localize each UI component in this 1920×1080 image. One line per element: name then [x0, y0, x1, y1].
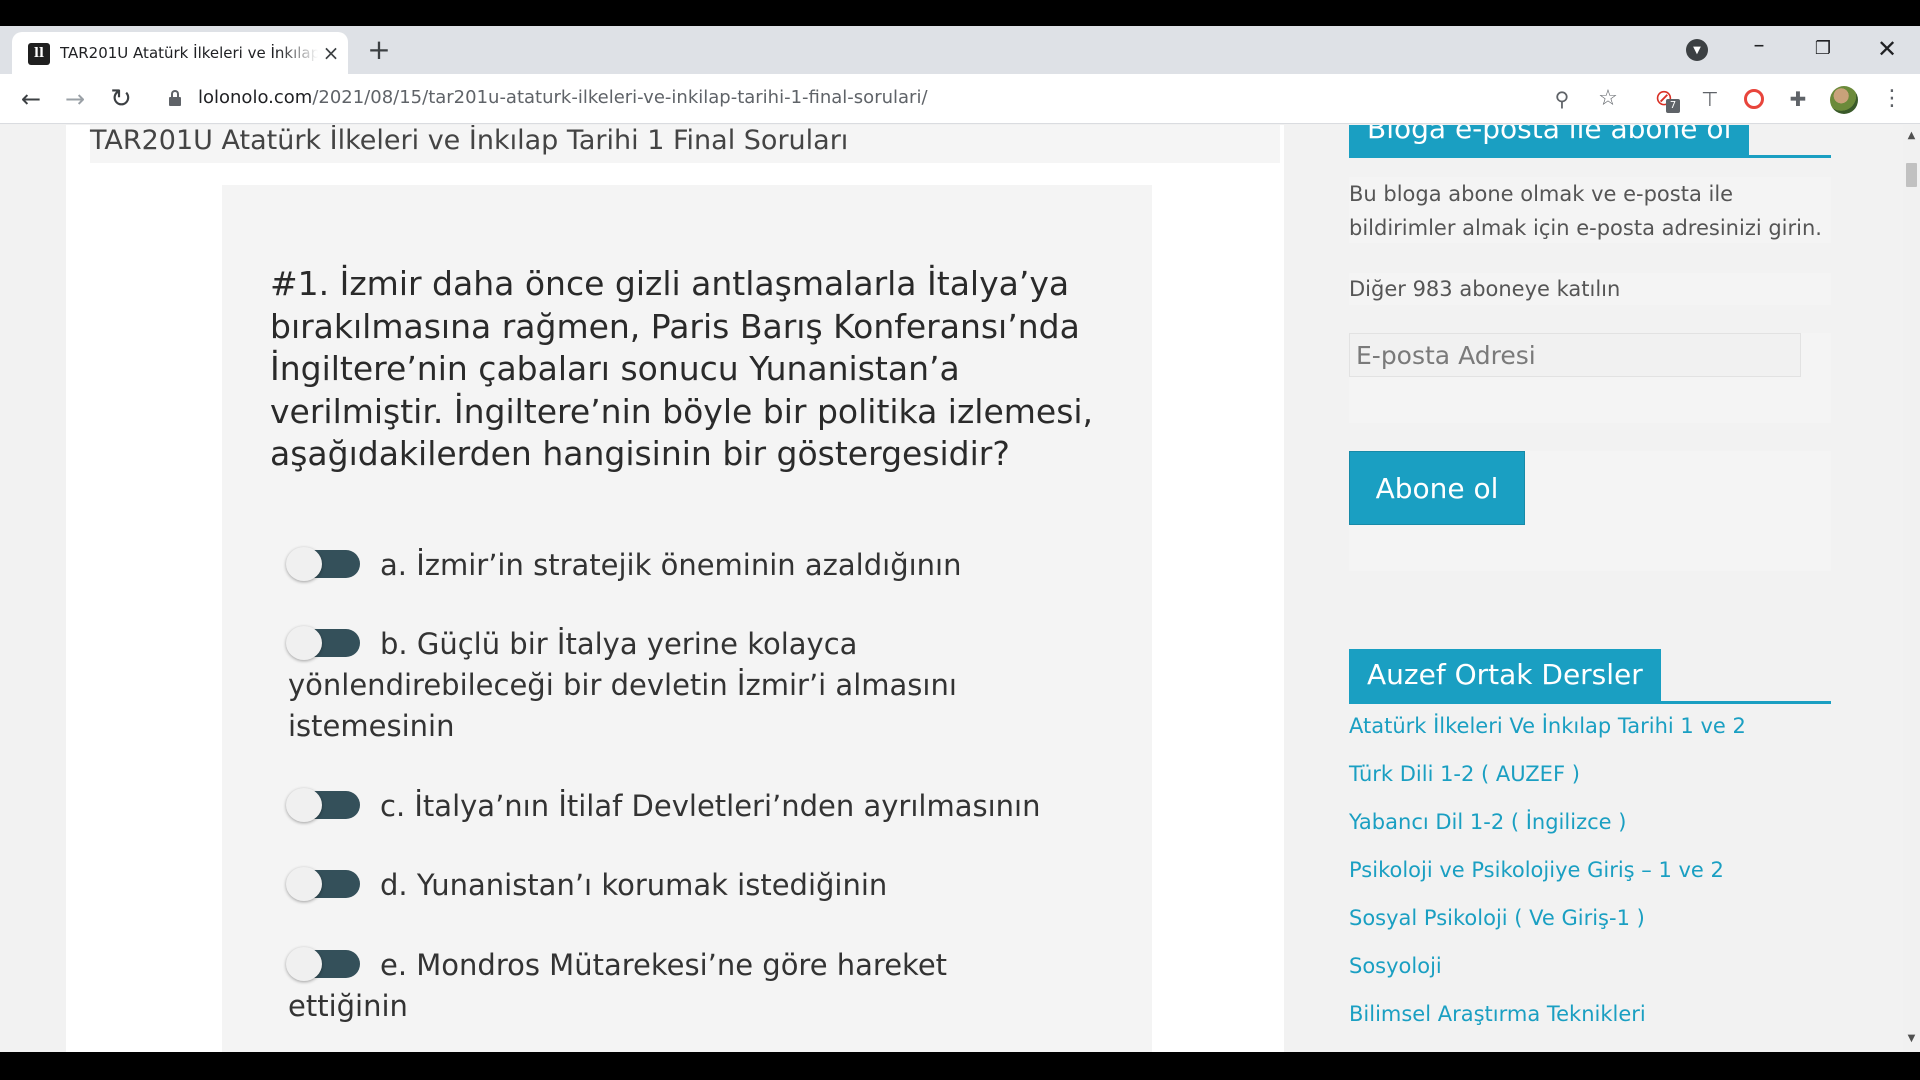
address-bar[interactable]: lolonolo.com/2021/08/15/tar201u-ataturk-… — [198, 87, 928, 108]
active-tab[interactable]: ll TAR201U Atatürk İlkeleri ve İnkılap T… — [12, 32, 348, 74]
course-link[interactable]: Bilimsel Araştırma Teknikleri — [1349, 998, 1831, 1046]
subscribe-description: Bu bloga abone olmak ve e-posta ile bild… — [1349, 177, 1831, 243]
browser-window: ll TAR201U Atatürk İlkeleri ve İnkılap T… — [0, 26, 1920, 1052]
answer-label: a. İzmir’in stratejik öneminin azaldığın… — [380, 548, 962, 582]
answer-toggle[interactable] — [286, 547, 360, 581]
course-link[interactable]: Sosyoloji — [1349, 950, 1831, 998]
scroll-up-icon[interactable]: ▲ — [1903, 129, 1920, 143]
lock-icon[interactable] — [168, 90, 182, 106]
quiz-question: #1. İzmir daha önce gizli antlaşmalarla … — [270, 264, 1094, 473]
subscribe-button-wrapper: Abone ol — [1349, 451, 1831, 571]
course-link[interactable]: Psikoloji ve Psikolojiye Giriş – 1 ve 2 — [1349, 854, 1831, 902]
reload-icon[interactable]: ↻ — [106, 84, 136, 114]
scrollbar-thumb[interactable] — [1906, 163, 1917, 187]
answer-label: e. Mondros Mütarekesi’ne göre hareket et… — [288, 948, 948, 1023]
page-viewport: TAR201U Atatürk İlkeleri ve İnkılap Tari… — [0, 125, 1920, 1052]
answer-option-b[interactable]: b. Güçlü bir İtalya yerine kolayca yönle… — [286, 624, 1068, 747]
email-field-wrapper — [1349, 333, 1831, 423]
tab-title: TAR201U Atatürk İlkeleri ve İnkılap Tari… — [60, 44, 318, 62]
new-tab-icon[interactable]: + — [364, 36, 394, 66]
answer-option-a[interactable]: a. İzmir’in stratejik öneminin azaldığın… — [286, 545, 1068, 586]
answer-option-c[interactable]: c. İtalya’nın İtilaf Devletleri’nden ayr… — [286, 786, 1068, 827]
answer-label: b. Güçlü bir İtalya yerine kolayca yönle… — [288, 627, 957, 743]
scroll-down-icon[interactable]: ▼ — [1903, 1032, 1920, 1046]
site-favicon-icon: ll — [28, 43, 50, 65]
zoom-icon[interactable]: ⚲ — [1548, 85, 1576, 113]
extension-badge: 7 — [1666, 99, 1680, 113]
sidebar: Bloga e-posta ile abone ol Bu bloga abon… — [1349, 125, 1831, 1052]
subscribe-button[interactable]: Abone ol — [1349, 451, 1525, 525]
subscribe-widget-heading: Bloga e-posta ile abone ol — [1349, 125, 1831, 158]
subscribe-heading: Bloga e-posta ile abone ol — [1349, 125, 1750, 155]
tab-search-icon[interactable]: ▼ — [1680, 34, 1714, 66]
course-link[interactable]: Yabancı Dil 1-2 ( İngilizce ) — [1349, 806, 1831, 854]
course-links-list: Atatürk İlkeleri Ve İnkılap Tarihi 1 ve … — [1349, 710, 1831, 1046]
page-scrollbar[interactable]: ▲ ▼ — [1903, 125, 1920, 1052]
course-link[interactable]: Sosyal Psikoloji ( Ve Giriş-1 ) — [1349, 902, 1831, 950]
forward-arrow-icon[interactable]: → — [60, 84, 90, 114]
profile-avatar[interactable] — [1830, 86, 1858, 114]
email-field[interactable] — [1349, 333, 1801, 377]
main-content: TAR201U Atatürk İlkeleri ve İnkılap Tari… — [66, 125, 1284, 1052]
answer-option-e[interactable]: e. Mondros Mütarekesi’ne göre hareket et… — [286, 945, 1068, 1027]
quiz-container: #1. İzmir daha önce gizli antlaşmalarla … — [222, 185, 1152, 1052]
url-path: /2021/08/15/tar201u-ataturk-ilkeleri-ve-… — [312, 87, 928, 108]
back-arrow-icon[interactable]: ← — [16, 84, 46, 114]
course-link[interactable]: Türk Dili 1-2 ( AUZEF ) — [1349, 758, 1831, 806]
course-link[interactable]: Atatürk İlkeleri Ve İnkılap Tarihi 1 ve … — [1349, 710, 1831, 758]
minimize-icon[interactable]: – — [1742, 34, 1776, 66]
answer-toggle[interactable] — [286, 867, 360, 901]
answer-toggle[interactable] — [286, 947, 360, 981]
extensions-puzzle-icon[interactable]: ✚ — [1784, 85, 1812, 113]
post-title: TAR201U Atatürk İlkeleri ve İnkılap Tari… — [90, 125, 1280, 163]
extension-pin-icon[interactable]: ⊤ — [1696, 85, 1724, 113]
subscriber-count: Diğer 983 aboneye katılın — [1349, 273, 1831, 305]
restore-icon[interactable]: ❐ — [1806, 34, 1840, 66]
bookmark-star-icon[interactable]: ☆ — [1594, 85, 1622, 113]
answer-toggle[interactable] — [286, 626, 360, 660]
tab-close-icon[interactable]: × — [320, 42, 342, 64]
browser-toolbar: ← → ↻ lolonolo.com/2021/08/15/tar201u-at… — [0, 74, 1920, 124]
tab-strip: ll TAR201U Atatürk İlkeleri ve İnkılap T… — [0, 26, 1920, 74]
courses-widget-heading: Auzef Ortak Dersler — [1349, 649, 1831, 704]
answer-label: c. İtalya’nın İtilaf Devletleri’nden ayr… — [380, 789, 1041, 823]
extension-opera-icon[interactable] — [1740, 85, 1768, 113]
courses-heading: Auzef Ortak Dersler — [1349, 649, 1661, 701]
answer-option-d[interactable]: d. Yunanistan’ı korumak istediğinin — [286, 865, 1068, 906]
extension-blocker-icon[interactable]: ⊘ 7 — [1650, 85, 1680, 113]
answer-label: d. Yunanistan’ı korumak istediğinin — [380, 868, 888, 902]
window-close-icon[interactable]: ✕ — [1870, 34, 1904, 66]
browser-menu-icon[interactable]: ⋮ — [1878, 85, 1906, 113]
url-domain: lolonolo.com — [198, 87, 313, 108]
answer-toggle[interactable] — [286, 788, 360, 822]
